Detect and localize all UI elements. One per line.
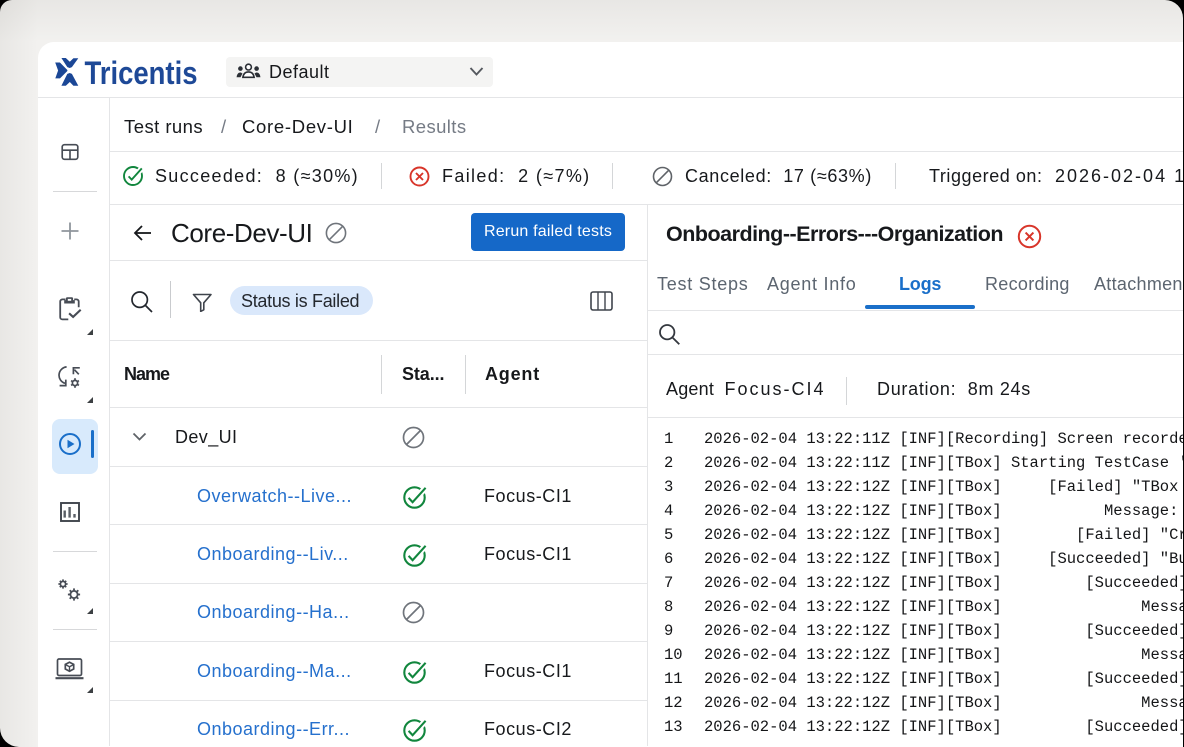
svg-text:Tricentis: Tricentis [85, 55, 198, 91]
